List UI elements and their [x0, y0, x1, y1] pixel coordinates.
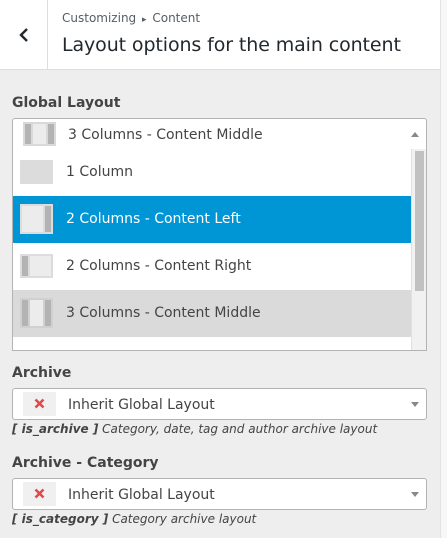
breadcrumb: Customizing ▸ Content [62, 11, 200, 25]
layout-option-icon [20, 345, 53, 351]
caret-up-icon [411, 132, 419, 137]
option-label: 2 Columns - Content Left [66, 211, 241, 227]
panel-scrollbar[interactable] [440, 0, 447, 538]
inherit-icon [23, 392, 56, 416]
archive-category-selected: Inherit Global Layout [68, 487, 215, 503]
archive-desc-text: Category, date, tag and author archive l… [98, 422, 378, 436]
chevron-left-icon [18, 28, 28, 42]
archive-category-desc-text: Category archive layout [108, 512, 257, 526]
back-button[interactable] [0, 0, 48, 70]
caret-down-icon [411, 492, 419, 497]
customizer-header: Customizing ▸ Content Layout options for… [0, 0, 440, 70]
caret-down-icon [411, 402, 419, 407]
archive-category-label: Archive - Category [12, 455, 159, 471]
two-columns-right-icon [20, 254, 53, 278]
option-2-columns-content-left[interactable]: 2 Columns - Content Left [13, 196, 412, 243]
option-label: 1 Column [66, 164, 133, 180]
archive-category-select[interactable]: Inherit Global Layout [12, 478, 427, 510]
two-columns-left-icon [20, 204, 53, 234]
archive-select[interactable]: Inherit Global Layout [12, 388, 427, 420]
archive-selected: Inherit Global Layout [68, 397, 215, 413]
archive-description: [ is_archive ] Category, date, tag and a… [12, 422, 377, 436]
one-column-icon [20, 160, 53, 184]
three-columns-middle-icon [20, 298, 53, 328]
dropdown-scrollbar-thumb[interactable] [415, 151, 424, 291]
inherit-icon [23, 482, 56, 506]
three-columns-middle-icon [23, 122, 56, 146]
global-layout-selected: 3 Columns - Content Middle [68, 127, 263, 143]
option-3-columns-content-middle[interactable]: 3 Columns - Content Middle [13, 290, 412, 337]
global-layout-label: Global Layout [12, 95, 121, 111]
archive-label: Archive [12, 365, 72, 381]
option-partial[interactable] [13, 337, 412, 351]
archive-category-description: [ is_category ] Category archive layout [12, 512, 256, 526]
breadcrumb-separator: ▸ [142, 15, 147, 25]
breadcrumb-current: Content [152, 11, 201, 25]
archive-category-tag: [ is_category ] [12, 512, 109, 526]
global-layout-dropdown[interactable]: 1 Column 2 Columns - Content Left 2 Colu… [12, 149, 427, 351]
archive-tag: [ is_archive ] [12, 422, 99, 436]
option-2-columns-content-right[interactable]: 2 Columns - Content Right [13, 243, 412, 290]
option-1-column[interactable]: 1 Column [13, 149, 412, 196]
option-label: 3 Columns - Content Middle [66, 305, 261, 321]
global-layout-select[interactable]: 3 Columns - Content Middle [12, 118, 427, 150]
page-title: Layout options for the main content [62, 34, 401, 56]
breadcrumb-parent: Customizing [62, 11, 137, 25]
dropdown-scrollbar[interactable] [411, 149, 426, 350]
option-label: 2 Columns - Content Right [66, 258, 252, 274]
